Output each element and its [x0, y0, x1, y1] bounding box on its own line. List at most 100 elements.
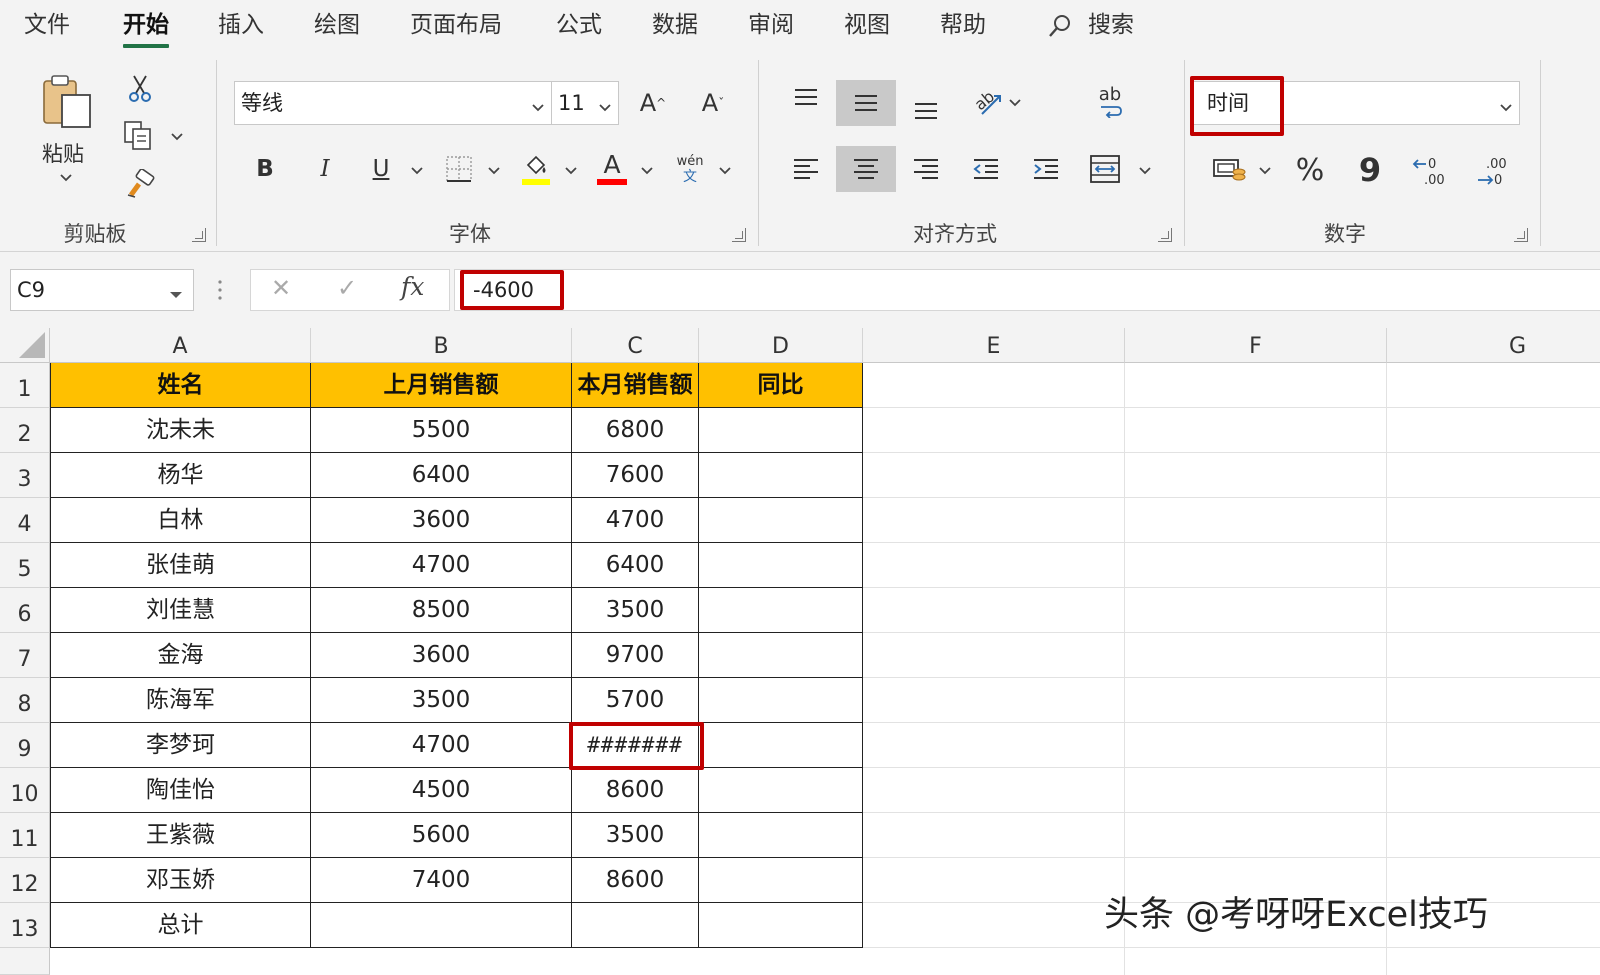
- tab-home[interactable]: 开始: [123, 8, 169, 48]
- tab-formulas[interactable]: 公式: [556, 8, 602, 42]
- tab-page-layout[interactable]: 页面布局: [410, 8, 502, 42]
- table-cell[interactable]: [699, 633, 863, 678]
- font-color-button[interactable]: A: [594, 148, 630, 188]
- table-cell[interactable]: [699, 678, 863, 723]
- table-cell[interactable]: 5600: [311, 813, 572, 858]
- bold-button[interactable]: B: [250, 152, 280, 186]
- increase-indent-icon[interactable]: [1028, 152, 1064, 186]
- copy-icon[interactable]: [120, 118, 156, 152]
- align-middle-icon[interactable]: [848, 86, 884, 120]
- font-size-combo[interactable]: 11: [551, 81, 619, 125]
- table-cell[interactable]: [699, 543, 863, 588]
- tab-draw[interactable]: 绘图: [314, 8, 360, 42]
- table-cell[interactable]: 3600: [311, 633, 572, 678]
- chevron-down-icon[interactable]: [531, 98, 545, 117]
- format-painter-icon[interactable]: [122, 168, 158, 202]
- table-cell[interactable]: 9700: [572, 633, 699, 678]
- number-launcher-icon[interactable]: [1514, 228, 1528, 242]
- row-header[interactable]: [0, 948, 50, 975]
- phonetic-dropdown-icon[interactable]: [716, 164, 734, 178]
- table-cell[interactable]: [699, 408, 863, 453]
- table-cell[interactable]: 4700: [311, 723, 572, 768]
- align-center-icon[interactable]: [848, 152, 884, 186]
- comma-style-button[interactable]: 9: [1352, 150, 1388, 190]
- row-header[interactable]: 1: [0, 363, 50, 408]
- chevron-down-icon[interactable]: [1499, 98, 1513, 117]
- row-header[interactable]: 9: [0, 723, 50, 768]
- merge-center-icon[interactable]: [1086, 150, 1124, 188]
- row-header[interactable]: 5: [0, 543, 50, 588]
- column-header-d[interactable]: D: [699, 328, 863, 363]
- table-cell[interactable]: [699, 858, 863, 903]
- table-cell[interactable]: [699, 903, 863, 948]
- cell-c1-header[interactable]: 本月销售额: [572, 363, 699, 408]
- table-cell[interactable]: 沈未未: [50, 408, 311, 453]
- alignment-launcher-icon[interactable]: [1158, 228, 1172, 242]
- column-header-c[interactable]: C: [572, 328, 699, 363]
- table-cell[interactable]: 陈海军: [50, 678, 311, 723]
- table-cell[interactable]: 总计: [50, 903, 311, 948]
- table-cell[interactable]: 6800: [572, 408, 699, 453]
- table-cell[interactable]: 杨华: [50, 453, 311, 498]
- cell-b1-header[interactable]: 上月销售额: [311, 363, 572, 408]
- phonetic-guide-button[interactable]: wén 文: [672, 152, 708, 188]
- tab-help[interactable]: 帮助: [940, 8, 986, 42]
- table-cell[interactable]: 7400: [311, 858, 572, 903]
- shrink-font-button[interactable]: Aˇ: [696, 86, 730, 120]
- italic-button[interactable]: I: [310, 152, 340, 186]
- cancel-icon[interactable]: ✕: [271, 274, 291, 302]
- row-header[interactable]: 11: [0, 813, 50, 858]
- column-header-f[interactable]: F: [1125, 328, 1387, 363]
- increase-decimal-icon[interactable]: 0.00: [1408, 152, 1452, 192]
- borders-icon[interactable]: [442, 152, 476, 186]
- paste-label[interactable]: 粘贴: [42, 138, 84, 168]
- decrease-indent-icon[interactable]: [968, 152, 1004, 186]
- align-top-icon[interactable]: [788, 82, 824, 116]
- column-header-b[interactable]: B: [311, 328, 572, 363]
- table-cell[interactable]: 4700: [572, 498, 699, 543]
- fill-color-dropdown-icon[interactable]: [562, 164, 580, 178]
- row-header[interactable]: 12: [0, 858, 50, 903]
- search-box[interactable]: 搜索: [1049, 8, 1134, 42]
- grow-font-button[interactable]: A ^: [636, 86, 670, 120]
- orientation-icon[interactable]: ab: [968, 82, 1008, 122]
- tab-insert[interactable]: 插入: [218, 8, 264, 42]
- row-header[interactable]: 7: [0, 633, 50, 678]
- insert-function-icon[interactable]: fx: [401, 272, 424, 301]
- table-cell[interactable]: 陶佳怡: [50, 768, 311, 813]
- select-all-button[interactable]: [0, 328, 50, 363]
- table-cell[interactable]: 8600: [572, 858, 699, 903]
- borders-dropdown-icon[interactable]: [485, 164, 503, 178]
- row-header[interactable]: 3: [0, 453, 50, 498]
- underline-dropdown-icon[interactable]: [408, 164, 426, 178]
- table-cell[interactable]: [699, 498, 863, 543]
- table-cell[interactable]: 3500: [572, 588, 699, 633]
- table-cell[interactable]: [699, 813, 863, 858]
- underline-button[interactable]: U: [366, 152, 396, 186]
- table-cell[interactable]: 3500: [572, 813, 699, 858]
- percent-style-button[interactable]: %: [1290, 150, 1330, 190]
- worksheet-grid[interactable]: A B C D E F G 1 2 3 4 5 6 7 8 9 10 11 12…: [0, 328, 1600, 975]
- table-cell[interactable]: 张佳萌: [50, 543, 311, 588]
- cell-a1-header[interactable]: 姓名: [50, 363, 311, 408]
- table-cell[interactable]: 4500: [311, 768, 572, 813]
- row-header[interactable]: 13: [0, 903, 50, 948]
- copy-dropdown-icon[interactable]: [168, 130, 186, 144]
- table-cell[interactable]: 5500: [311, 408, 572, 453]
- table-cell[interactable]: 3500: [311, 678, 572, 723]
- table-cell[interactable]: 6400: [311, 453, 572, 498]
- align-right-icon[interactable]: [908, 152, 944, 186]
- enter-icon[interactable]: ✓: [337, 274, 357, 302]
- table-cell[interactable]: 邓玉娇: [50, 858, 311, 903]
- name-box[interactable]: C9: [10, 269, 194, 311]
- table-cell[interactable]: 8600: [572, 768, 699, 813]
- orientation-dropdown-icon[interactable]: [1006, 96, 1024, 110]
- table-cell[interactable]: 3600: [311, 498, 572, 543]
- column-header-e[interactable]: E: [863, 328, 1125, 363]
- table-cell[interactable]: 5700: [572, 678, 699, 723]
- clipboard-launcher-icon[interactable]: [192, 228, 206, 242]
- table-cell[interactable]: [699, 768, 863, 813]
- table-cell[interactable]: 6400: [572, 543, 699, 588]
- align-left-icon[interactable]: [788, 152, 824, 186]
- table-cell[interactable]: [699, 453, 863, 498]
